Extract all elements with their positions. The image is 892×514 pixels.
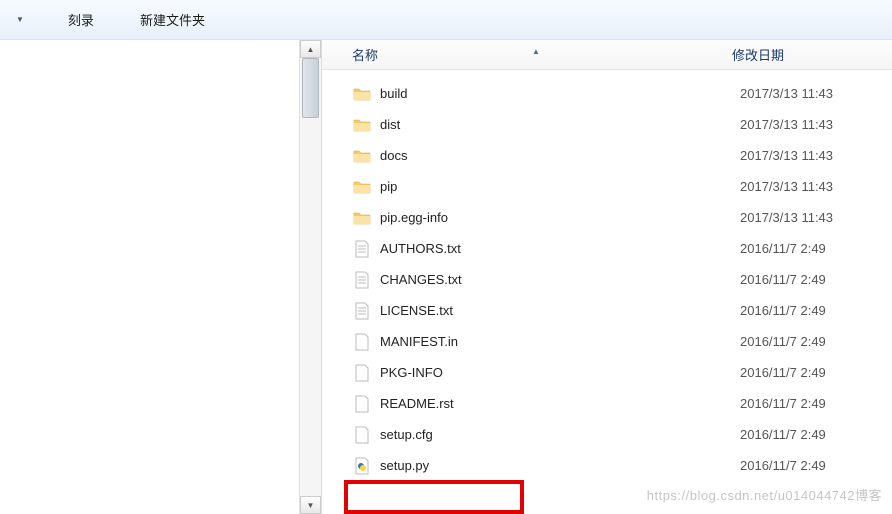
column-modified-label: 修改日期	[732, 48, 784, 63]
file-icon	[352, 425, 372, 445]
file-name: dist	[380, 117, 740, 132]
file-icon	[352, 363, 372, 383]
file-name: CHANGES.txt	[380, 272, 740, 287]
file-row[interactable]: pip2017/3/13 11:43	[322, 171, 892, 202]
file-date: 2016/11/7 2:49	[740, 458, 826, 473]
file-icon	[352, 332, 372, 352]
text-icon	[352, 270, 372, 290]
scroll-track[interactable]	[300, 58, 321, 496]
folder-icon	[352, 115, 372, 135]
file-icon	[352, 394, 372, 414]
file-name: build	[380, 86, 740, 101]
file-row[interactable]: LICENSE.txt2016/11/7 2:49	[322, 295, 892, 326]
file-name: MANIFEST.in	[380, 334, 740, 349]
file-name: setup.py	[380, 458, 740, 473]
new-folder-button[interactable]: 新建文件夹	[132, 6, 213, 33]
toolbar: ▼ 刻录 新建文件夹	[0, 0, 892, 40]
file-date: 2016/11/7 2:49	[740, 303, 826, 318]
file-date: 2016/11/7 2:49	[740, 272, 826, 287]
toolbar-dropdown[interactable]: ▼	[10, 11, 30, 28]
python-icon	[352, 456, 372, 476]
file-name: pip	[380, 179, 740, 194]
file-name: setup.cfg	[380, 427, 740, 442]
file-row[interactable]: docs2017/3/13 11:43	[322, 140, 892, 171]
file-date: 2016/11/7 2:49	[740, 334, 826, 349]
file-row[interactable]: setup.cfg2016/11/7 2:49	[322, 419, 892, 450]
scrollbar[interactable]: ▲ ▼	[300, 40, 322, 514]
file-list: build2017/3/13 11:43dist2017/3/13 11:43d…	[322, 70, 892, 481]
column-modified[interactable]: 修改日期	[722, 45, 892, 64]
file-name: README.rst	[380, 396, 740, 411]
file-date: 2016/11/7 2:49	[740, 241, 826, 256]
file-date: 2017/3/13 11:43	[740, 210, 833, 225]
file-row[interactable]: pip.egg-info2017/3/13 11:43	[322, 202, 892, 233]
file-row[interactable]: README.rst2016/11/7 2:49	[322, 388, 892, 419]
text-icon	[352, 239, 372, 259]
file-row[interactable]: setup.py2016/11/7 2:49	[322, 450, 892, 481]
content-area: ▲ ▼ 名称 ▲ 修改日期 build2017/3/13 11:43dist20…	[0, 40, 892, 514]
navigation-pane[interactable]	[0, 40, 300, 514]
folder-icon	[352, 208, 372, 228]
file-row[interactable]: MANIFEST.in2016/11/7 2:49	[322, 326, 892, 357]
file-name: pip.egg-info	[380, 210, 740, 225]
scroll-thumb[interactable]	[302, 58, 319, 118]
file-row[interactable]: dist2017/3/13 11:43	[322, 109, 892, 140]
file-name: docs	[380, 148, 740, 163]
file-row[interactable]: build2017/3/13 11:43	[322, 78, 892, 109]
sort-asc-icon: ▲	[532, 47, 540, 56]
column-headers: 名称 ▲ 修改日期	[322, 40, 892, 70]
file-date: 2016/11/7 2:49	[740, 427, 826, 442]
file-date: 2017/3/13 11:43	[740, 179, 833, 194]
column-name[interactable]: 名称 ▲	[322, 45, 722, 64]
file-date: 2017/3/13 11:43	[740, 148, 833, 163]
file-row[interactable]: AUTHORS.txt2016/11/7 2:49	[322, 233, 892, 264]
scroll-up-button[interactable]: ▲	[300, 40, 321, 58]
folder-icon	[352, 177, 372, 197]
column-name-label: 名称	[352, 48, 378, 63]
file-date: 2016/11/7 2:49	[740, 396, 826, 411]
chevron-down-icon: ▼	[16, 15, 24, 24]
folder-icon	[352, 84, 372, 104]
burn-button[interactable]: 刻录	[60, 6, 102, 33]
text-icon	[352, 301, 372, 321]
file-date: 2016/11/7 2:49	[740, 365, 826, 380]
file-row[interactable]: PKG-INFO2016/11/7 2:49	[322, 357, 892, 388]
scroll-down-button[interactable]: ▼	[300, 496, 321, 514]
file-name: LICENSE.txt	[380, 303, 740, 318]
file-date: 2017/3/13 11:43	[740, 86, 833, 101]
file-row[interactable]: CHANGES.txt2016/11/7 2:49	[322, 264, 892, 295]
file-pane: 名称 ▲ 修改日期 build2017/3/13 11:43dist2017/3…	[322, 40, 892, 514]
file-name: AUTHORS.txt	[380, 241, 740, 256]
folder-icon	[352, 146, 372, 166]
file-name: PKG-INFO	[380, 365, 740, 380]
file-date: 2017/3/13 11:43	[740, 117, 833, 132]
